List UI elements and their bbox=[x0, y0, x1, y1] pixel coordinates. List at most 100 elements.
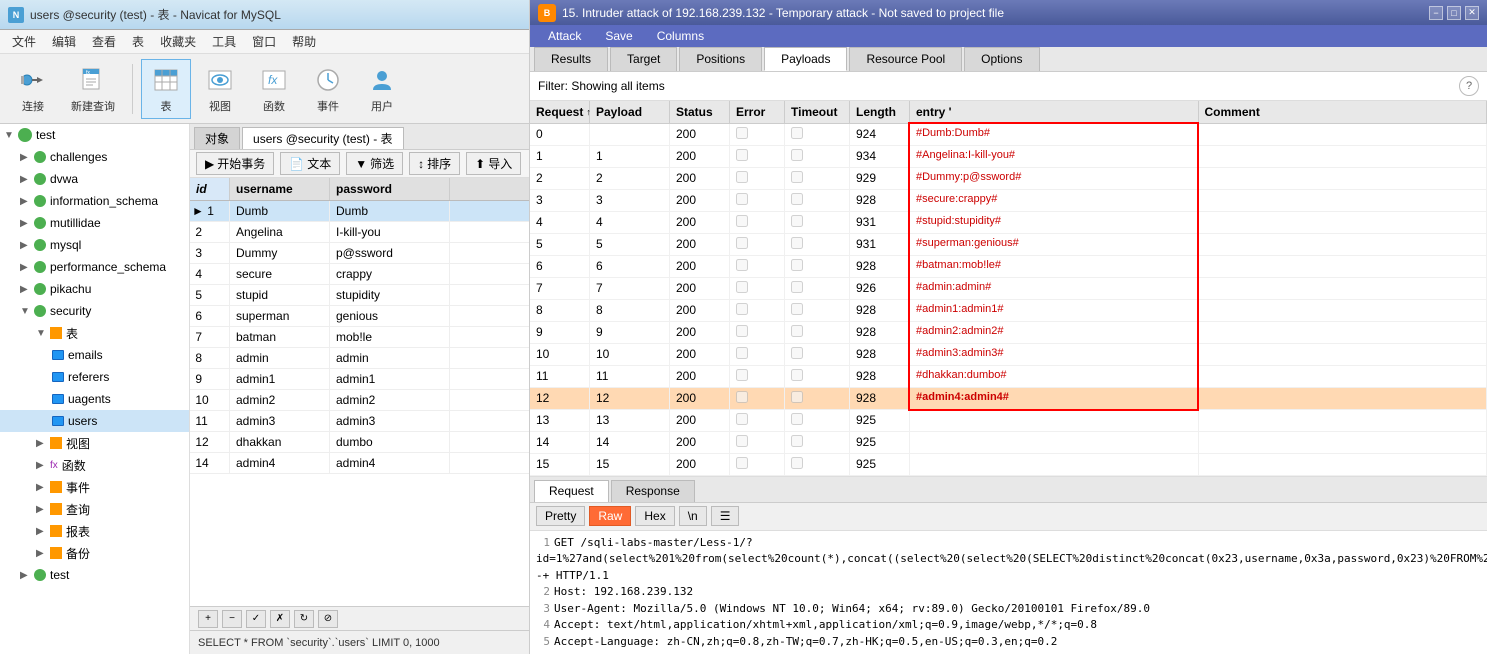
list-item[interactable]: 12 12 200 928 #admin4:admin4# bbox=[530, 388, 1487, 410]
table-row[interactable]: 14 admin4 admin4 bbox=[190, 453, 529, 474]
tab-resource-pool[interactable]: Resource Pool bbox=[849, 47, 962, 71]
col-request[interactable]: Request ↑ bbox=[530, 101, 590, 123]
sidebar-folder-events[interactable]: ▶ 事件 bbox=[0, 476, 189, 498]
sidebar-folder-reports[interactable]: ▶ 报表 bbox=[0, 520, 189, 542]
table-row[interactable]: 4 secure crappy bbox=[190, 264, 529, 285]
filter-btn[interactable]: ▼ 筛选 bbox=[346, 152, 403, 175]
table-row[interactable]: 2 Angelina I-kill-you bbox=[190, 222, 529, 243]
list-item[interactable]: 14 14 200 925 bbox=[530, 432, 1487, 454]
nav-add-btn[interactable]: + bbox=[198, 610, 218, 628]
sidebar-db-pikachu[interactable]: ▶ pikachu bbox=[0, 278, 189, 300]
col-payload[interactable]: Payload bbox=[590, 101, 670, 123]
table-row[interactable]: ► 1 Dumb Dumb bbox=[190, 201, 529, 222]
help-icon[interactable]: ? bbox=[1459, 76, 1479, 96]
col-comment[interactable]: Comment bbox=[1199, 101, 1487, 123]
menu-edit[interactable]: 编辑 bbox=[44, 31, 84, 52]
list-item[interactable]: 13 13 200 925 bbox=[530, 410, 1487, 432]
sidebar-table-uagents[interactable]: uagents bbox=[0, 388, 189, 410]
list-item[interactable]: 15 15 200 925 bbox=[530, 454, 1487, 476]
nav-refresh-btn[interactable]: ↻ bbox=[294, 610, 314, 628]
tab-target[interactable]: Target bbox=[610, 47, 677, 71]
list-item[interactable]: 5 5 200 931 #superman:genious# bbox=[530, 234, 1487, 256]
sidebar-db-info-schema[interactable]: ▶ information_schema bbox=[0, 190, 189, 212]
list-item[interactable]: 3 3 200 928 #secure:crappy# bbox=[530, 190, 1487, 212]
toolbar-connect[interactable]: 连接 bbox=[8, 59, 58, 119]
list-item[interactable]: 11 11 200 928 #dhakkan:dumbo# bbox=[530, 366, 1487, 388]
req-btn-menu[interactable]: ☰ bbox=[711, 506, 740, 526]
sidebar-db-dvwa[interactable]: ▶ dvwa bbox=[0, 168, 189, 190]
list-item[interactable]: 7 7 200 926 #admin:admin# bbox=[530, 278, 1487, 300]
nav-x-btn[interactable]: ✗ bbox=[270, 610, 290, 628]
sidebar-db-security[interactable]: ▼ security bbox=[0, 300, 189, 322]
table-row[interactable]: 8 admin admin bbox=[190, 348, 529, 369]
import-btn[interactable]: ⬆ 导入 bbox=[466, 152, 521, 175]
tab-query[interactable]: users @security (test) - 表 bbox=[242, 127, 404, 149]
text-btn[interactable]: 📄 文本 bbox=[280, 152, 340, 175]
table-row[interactable]: 7 batman mob!le bbox=[190, 327, 529, 348]
sidebar-folder-queries[interactable]: ▶ 查询 bbox=[0, 498, 189, 520]
begin-transaction-btn[interactable]: ▶ 开始事务 bbox=[196, 152, 274, 175]
sort-btn[interactable]: ↕ 排序 bbox=[409, 152, 460, 175]
list-item[interactable]: 2 2 200 929 #Dummy:p@ssword# bbox=[530, 168, 1487, 190]
col-length[interactable]: Length bbox=[850, 101, 910, 123]
menu-tools[interactable]: 工具 bbox=[204, 31, 244, 52]
col-header-username[interactable]: username bbox=[230, 178, 330, 200]
req-btn-pretty[interactable]: Pretty bbox=[536, 506, 585, 526]
sidebar-db-perf-schema[interactable]: ▶ performance_schema bbox=[0, 256, 189, 278]
toolbar-newquery[interactable]: fx 新建查询 bbox=[62, 59, 124, 119]
tab-positions[interactable]: Positions bbox=[679, 47, 762, 71]
toolbar-table[interactable]: 表 bbox=[141, 59, 191, 119]
toolbar-event[interactable]: 事件 bbox=[303, 59, 353, 119]
table-row[interactable]: 3 Dummy p@ssword bbox=[190, 243, 529, 264]
nav-stop-btn[interactable]: ⊘ bbox=[318, 610, 338, 628]
sidebar-folder-tables[interactable]: ▼ 表 bbox=[0, 322, 189, 344]
sidebar-db-test2[interactable]: ▶ test bbox=[0, 564, 189, 586]
menu-favorites[interactable]: 收藏夹 bbox=[152, 31, 204, 52]
bottom-tab-response[interactable]: Response bbox=[611, 480, 695, 502]
sidebar-folder-functions[interactable]: ▶ fx 函数 bbox=[0, 454, 189, 476]
sidebar-folder-views[interactable]: ▶ 视图 bbox=[0, 432, 189, 454]
table-row[interactable]: 5 stupid stupidity bbox=[190, 285, 529, 306]
list-item[interactable]: 8 8 200 928 #admin1:admin1# bbox=[530, 300, 1487, 322]
sidebar-db-challenges[interactable]: ▶ challenges bbox=[0, 146, 189, 168]
req-btn-raw[interactable]: Raw bbox=[589, 506, 631, 526]
req-btn-hex[interactable]: Hex bbox=[635, 506, 674, 526]
menu-file[interactable]: 文件 bbox=[4, 31, 44, 52]
sidebar-table-users[interactable]: users bbox=[0, 410, 189, 432]
req-btn-newline[interactable]: \n bbox=[679, 506, 707, 526]
toolbar-view[interactable]: 视图 bbox=[195, 59, 245, 119]
sidebar-table-emails[interactable]: emails bbox=[0, 344, 189, 366]
col-status[interactable]: Status bbox=[670, 101, 730, 123]
menu-help[interactable]: 帮助 bbox=[284, 31, 324, 52]
burp-menu-columns[interactable]: Columns bbox=[647, 27, 714, 45]
menu-window[interactable]: 窗口 bbox=[244, 31, 284, 52]
request-content[interactable]: 1GET /sqli-labs-master/Less-1/?id=1%27an… bbox=[530, 531, 1487, 654]
menu-table[interactable]: 表 bbox=[124, 31, 152, 52]
col-timeout[interactable]: Timeout bbox=[785, 101, 850, 123]
table-row[interactable]: 6 superman genious bbox=[190, 306, 529, 327]
close-btn[interactable]: ✕ bbox=[1465, 6, 1479, 20]
minimize-btn[interactable]: − bbox=[1429, 6, 1443, 20]
col-error[interactable]: Error bbox=[730, 101, 785, 123]
table-row[interactable]: 12 dhakkan dumbo bbox=[190, 432, 529, 453]
sidebar-folder-backup[interactable]: ▶ 备份 bbox=[0, 542, 189, 564]
col-entry[interactable]: entry ' bbox=[910, 101, 1199, 123]
list-item[interactable]: 4 4 200 931 #stupid:stupidity# bbox=[530, 212, 1487, 234]
table-row[interactable]: 9 admin1 admin1 bbox=[190, 369, 529, 390]
col-header-password[interactable]: password bbox=[330, 178, 450, 200]
list-item[interactable]: 1 1 200 934 #Angelina:I-kill-you# bbox=[530, 146, 1487, 168]
tab-options[interactable]: Options bbox=[964, 47, 1039, 71]
table-row[interactable]: 10 admin2 admin2 bbox=[190, 390, 529, 411]
list-item[interactable]: 9 9 200 928 #admin2:admin2# bbox=[530, 322, 1487, 344]
nav-check-btn[interactable]: ✓ bbox=[246, 610, 266, 628]
sidebar-root-test[interactable]: ▼ test bbox=[0, 124, 189, 146]
toolbar-function[interactable]: fx 函数 bbox=[249, 59, 299, 119]
sidebar-db-mutillidae[interactable]: ▶ mutillidae bbox=[0, 212, 189, 234]
list-item[interactable]: 10 10 200 928 #admin3:admin3# bbox=[530, 344, 1487, 366]
sidebar-db-mysql[interactable]: ▶ mysql bbox=[0, 234, 189, 256]
list-item[interactable]: 0 200 924 #Dumb:Dumb# bbox=[530, 124, 1487, 146]
maximize-btn[interactable]: □ bbox=[1447, 6, 1461, 20]
tab-payloads[interactable]: Payloads bbox=[764, 47, 847, 71]
col-header-id[interactable]: id bbox=[190, 178, 230, 200]
bottom-tab-request[interactable]: Request bbox=[534, 480, 609, 502]
